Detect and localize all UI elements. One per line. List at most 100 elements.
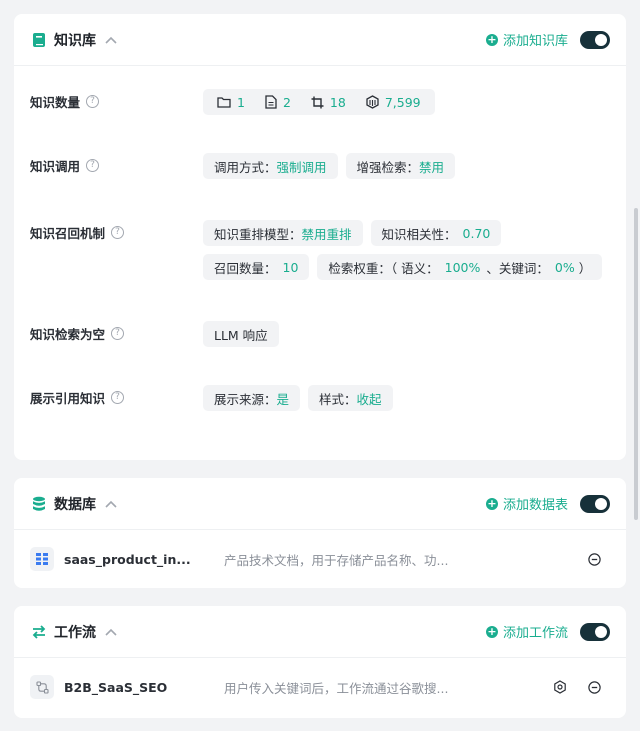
workflow-desc: 用户传入关键词后，工作流通过谷歌搜... (224, 680, 449, 696)
help-icon[interactable]: ? (111, 391, 125, 404)
chevron-up-icon[interactable] (104, 33, 118, 47)
knowledge-call-chips: 调用方式： 强制调用 增强检索： 禁用 (203, 153, 456, 179)
plus-icon: + (485, 32, 498, 46)
scrollbar[interactable] (634, 208, 638, 520)
knowledge-cite-row: 展示引用知识 ? (30, 388, 125, 407)
rerank-chip[interactable]: 知识重排模型： 禁用重排 (203, 220, 363, 246)
stats-chip: 1 2 18 7,599 (203, 89, 435, 115)
cube-icon (366, 95, 379, 109)
doc-count: 2 (282, 94, 291, 110)
knowledge-toggle[interactable] (580, 30, 610, 49)
remove-icon[interactable] (586, 679, 602, 695)
doc-stat: 2 (265, 95, 291, 110)
crop-icon (311, 96, 324, 108)
call-mode-key: 调用方式： (214, 159, 277, 175)
plus-icon: + (485, 496, 498, 510)
enhance-value: 禁用 (419, 159, 445, 175)
remove-icon[interactable] (586, 551, 602, 567)
weight-suffix: ） (578, 260, 592, 276)
help-icon[interactable]: ? (86, 95, 100, 108)
swap-icon (30, 623, 48, 641)
call-mode-chip[interactable]: 调用方式： 强制调用 (203, 153, 338, 179)
book-icon (30, 31, 48, 49)
call-mode-value: 强制调用 (276, 159, 327, 175)
list-item[interactable]: B2B_SaaS_SEO 用户传入关键词后，工作流通过谷歌搜... (30, 674, 610, 700)
knowledge-cite-chips: 展示来源： 是 样式： 收起 (203, 385, 393, 411)
recall-count-value: 10 (282, 259, 299, 275)
cite-style-key: 样式： (319, 391, 357, 407)
table-desc: 产品技术文档，用于存储产品名称、功... (224, 552, 449, 568)
cite-style-chip[interactable]: 样式： 收起 (308, 385, 393, 411)
add-knowledge-button[interactable]: + 添加知识库 (485, 30, 568, 49)
knowledge-empty-row: 知识检索为空 ? (30, 324, 125, 343)
chevron-up-icon[interactable] (104, 625, 118, 639)
cite-source-key: 展示来源： (214, 391, 277, 407)
relevance-key: 知识相关性： (381, 226, 457, 242)
cite-source-chip[interactable]: 展示来源： 是 (203, 385, 301, 411)
table-name: saas_product_in... (64, 551, 191, 567)
knowledge-title: 知识库 (54, 32, 96, 49)
workflow-name: B2B_SaaS_SEO (64, 679, 168, 695)
recall-count-key: 召回数量： (214, 260, 277, 276)
workflow-header[interactable]: 工作流 + 添加工作流 (14, 606, 626, 658)
help-icon[interactable]: ? (111, 226, 125, 239)
add-workflow-button[interactable]: + 添加工作流 (485, 622, 568, 641)
relevance-chip[interactable]: 知识相关性： 0.70 (370, 220, 502, 246)
add-knowledge-label: 添加知识库 (502, 34, 568, 49)
knowledge-recall-chips-2: 召回数量： 10 检索权重：（ 语义： 100% 、关键词： 0% ） (203, 254, 603, 280)
slice-count: 18 (329, 94, 346, 110)
knowledge-recall-chips-1: 知识重排模型： 禁用重排 知识相关性： 0.70 (203, 220, 502, 246)
rerank-key: 知识重排模型： (214, 226, 302, 242)
token-count: 7,599 (384, 94, 421, 110)
weight-mid: 、关键词： (486, 260, 549, 276)
help-icon[interactable]: ? (86, 159, 100, 172)
knowledge-count-stats: 1 2 18 7,599 (203, 89, 435, 115)
knowledge-empty-chips: LLM 响应 (203, 321, 279, 347)
enhance-chip[interactable]: 增强检索： 禁用 (345, 153, 456, 179)
knowledge-empty-label: 知识检索为空 (30, 327, 106, 342)
slice-stat: 18 (311, 95, 346, 110)
database-title: 数据库 (54, 496, 96, 513)
semantic-value: 100% (444, 259, 481, 275)
knowledge-header[interactable]: 知识库 + 添加知识库 (14, 14, 626, 66)
knowledge-call-row: 知识调用 ? (30, 156, 100, 175)
knowledge-count-row: 知识数量 ? (30, 92, 100, 111)
settings-icon[interactable] (552, 679, 568, 695)
knowledge-cite-label: 展示引用知识 (30, 391, 106, 406)
empty-response-chip[interactable]: LLM 响应 (203, 321, 279, 347)
database-header[interactable]: 数据库 + 添加数据表 (14, 478, 626, 530)
enhance-key: 增强检索： (356, 159, 420, 175)
help-icon[interactable]: ? (111, 327, 125, 340)
add-table-label: 添加数据表 (502, 498, 568, 513)
workflow-icon (30, 675, 54, 699)
knowledge-recall-row: 知识召回机制 ? (30, 223, 125, 242)
add-table-button[interactable]: + 添加数据表 (485, 494, 568, 513)
add-workflow-label: 添加工作流 (502, 626, 568, 641)
plus-icon: + (485, 624, 498, 638)
weight-chip[interactable]: 检索权重：（ 语义： 100% 、关键词： 0% ） (317, 254, 603, 280)
database-toggle[interactable] (580, 494, 610, 513)
cite-source-value: 是 (276, 391, 290, 407)
list-item[interactable]: saas_product_in... 产品技术文档，用于存储产品名称、功... (30, 546, 610, 572)
keyword-value: 0% (554, 259, 575, 275)
token-stat: 7,599 (366, 95, 421, 110)
weight-prefix: 检索权重：（ 语义： (328, 260, 439, 276)
document-icon (265, 95, 277, 109)
folder-count: 1 (237, 94, 245, 110)
workflow-title: 工作流 (54, 624, 96, 641)
chevron-up-icon[interactable] (104, 497, 118, 511)
folder-icon (217, 97, 231, 108)
table-icon (30, 547, 54, 571)
knowledge-count-label: 知识数量 (30, 95, 81, 110)
folder-stat: 1 (217, 95, 245, 110)
workflow-card: 工作流 + 添加工作流 B2B_SaaS_SEO 用户传入关键词后，工作流通过谷… (14, 606, 626, 718)
knowledge-card: 知识库 + 添加知识库 知识数量 ? 1 2 18 7,599 知识调用 ? 调… (14, 14, 626, 460)
knowledge-call-label: 知识调用 (30, 159, 81, 174)
relevance-value: 0.70 (462, 225, 491, 241)
database-card: 数据库 + 添加数据表 saas_product_in... 产品技术文档，用于… (14, 478, 626, 588)
cite-style-value: 收起 (356, 391, 382, 407)
recall-count-chip[interactable]: 召回数量： 10 (203, 254, 310, 280)
workflow-toggle[interactable] (580, 622, 610, 641)
database-icon (30, 495, 48, 513)
rerank-value: 禁用重排 (301, 226, 352, 242)
